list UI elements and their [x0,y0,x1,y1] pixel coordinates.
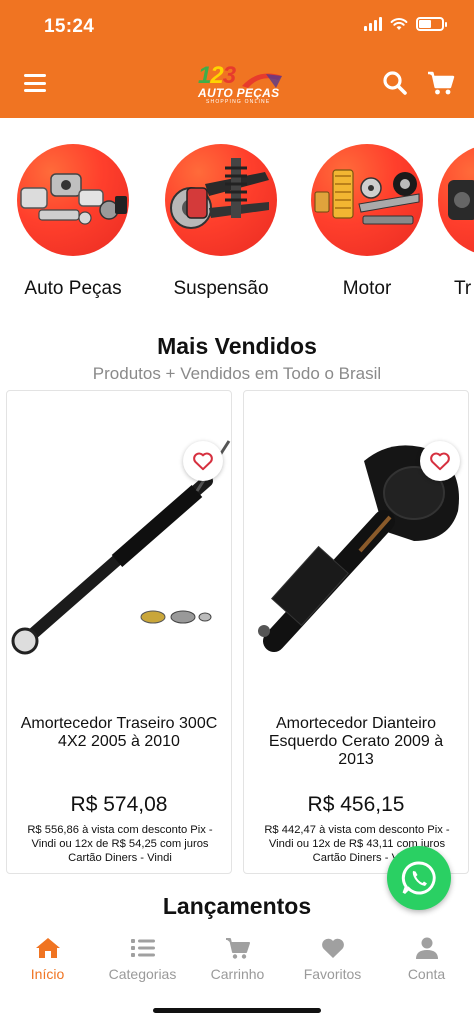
tab-label: Início [30,966,65,982]
heart-outline-icon [430,452,450,471]
suspension-image [165,144,277,256]
heart-icon [321,938,344,958]
section-title-launches: Lançamentos [162,893,312,919]
product-price: R$ 456,15 [307,793,405,816]
cart-icon[interactable] [427,70,455,96]
status-bar: 15:24 [0,0,474,56]
list-icon [130,939,155,957]
tab-categorias[interactable]: Categorias [95,936,190,982]
section-subtitle-best-sellers: Produtos + Vendidos em Todo o Brasil [92,364,382,383]
product-card[interactable]: Amortecedor Dianteiro Esquerdo Cerato 20… [243,390,469,874]
section-title-best-sellers: Mais Vendidos [157,333,317,359]
battery-icon [416,17,447,31]
category-transmissao[interactable]: Tr [438,144,474,300]
tab-favoritos[interactable]: Favoritos [285,936,380,982]
tab-carrinho[interactable]: Carrinho [190,936,285,982]
tab-label: Categorias [108,966,177,982]
category-label: Suspensão [173,278,269,299]
category-label: Tr [454,278,472,299]
home-icon [35,938,60,958]
product-card[interactable]: Amortecedor Traseiro 300C 4X2 2005 à 201… [6,390,232,874]
transmission-image [438,144,474,256]
app-header: 123 AUTO PEÇAS SHOPPING ONLINE [0,56,474,118]
product-price: R$ 574,08 [70,793,168,816]
category-motor[interactable]: Motor [302,144,432,300]
category-suspensao[interactable]: Suspensão [156,144,286,300]
cart-icon [225,938,250,959]
favorite-button[interactable] [420,441,460,481]
logo-tagline: SHOPPING ONLINE [206,99,271,105]
logo-name: AUTO PEÇAS [198,86,280,100]
tab-label: Conta [407,966,446,982]
wifi-icon [390,18,408,30]
status-icons [364,17,447,31]
signal-icon [364,17,382,31]
favorite-button[interactable] [183,441,223,481]
product-name: Amortecedor Dianteiro Esquerdo Cerato 20… [268,715,444,768]
logo[interactable]: 123 AUTO PEÇAS SHOPPING ONLINE [190,62,290,108]
auto-parts-image [17,144,129,256]
categories-carousel[interactable]: Auto Peças Suspensão Motor Tr [0,144,474,304]
category-label: Motor [342,278,392,299]
product-payment-info: R$ 556,86 à vista com desconto Pix - Vin… [27,824,213,864]
user-icon [415,937,438,959]
whatsapp-icon [401,861,436,895]
category-label: Auto Peças [24,278,122,299]
tab-label: Favoritos [303,966,362,982]
search-icon[interactable] [382,70,408,96]
tab-conta[interactable]: Conta [379,936,474,982]
category-auto-pecas[interactable]: Auto Peças [8,144,138,300]
engine-image [311,144,423,256]
product-name: Amortecedor Traseiro 300C 4X2 2005 à 201… [20,715,218,750]
heart-outline-icon [193,452,213,471]
tab-inicio[interactable]: Início [0,936,95,982]
status-time: 15:24 [44,16,95,37]
menu-button[interactable] [24,72,46,94]
home-indicator [153,1008,321,1013]
tab-label: Carrinho [210,966,265,982]
